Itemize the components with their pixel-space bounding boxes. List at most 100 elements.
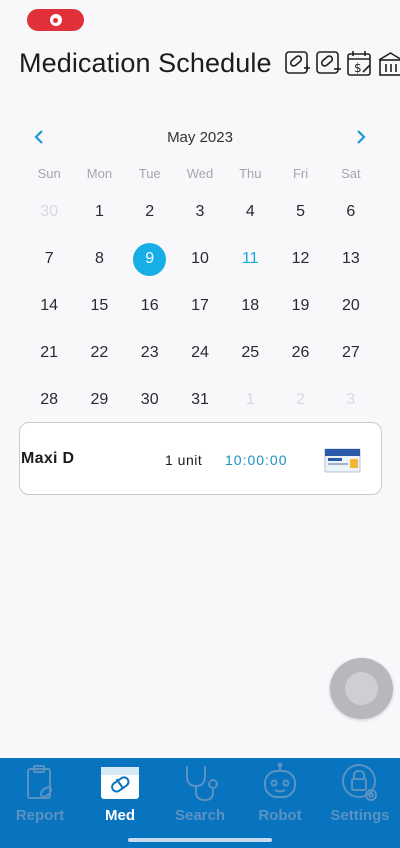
calendar-day[interactable]: 8 [74, 236, 124, 283]
calendar-day[interactable]: 2 [275, 376, 325, 423]
calendar-day-number: 3 [195, 203, 205, 221]
calendar-day-number: 24 [191, 343, 209, 361]
calendar-day[interactable]: 2 [125, 189, 175, 236]
calendar-day-number: 30 [40, 203, 59, 221]
calendar-day[interactable]: 28 [24, 376, 74, 423]
calendar-day[interactable]: 19 [275, 283, 325, 330]
calendar-day-number: 8 [94, 250, 104, 268]
calendar-day[interactable]: 20 [326, 283, 376, 330]
calendar-day[interactable]: 30 [24, 189, 74, 236]
calendar-day[interactable]: 3 [175, 189, 225, 236]
calendar-day-number: 17 [191, 296, 209, 314]
tab-label: Med [105, 807, 135, 824]
calendar-day-number: 11 [241, 250, 259, 268]
page-title: Medication Schedule [19, 48, 272, 78]
prev-month-button[interactable] [24, 122, 54, 152]
calendar-day-number: 15 [90, 296, 109, 314]
calendar-day[interactable]: 16 [125, 283, 175, 330]
calendar-day-number: 25 [241, 343, 260, 361]
calendar-day-number: 31 [191, 390, 209, 408]
medication-box-image [324, 448, 361, 473]
stethoscope-icon [186, 766, 218, 802]
assistive-touch-icon [345, 672, 378, 705]
remove-medication-icon[interactable] [315, 50, 342, 77]
svg-text:$: $ [354, 61, 362, 75]
calendar-day-number: 6 [346, 203, 356, 221]
calendar-day[interactable]: 22 [74, 329, 124, 376]
weekday-label: Sat [341, 166, 361, 181]
calendar-header: May 2023 [24, 122, 376, 152]
weekday-header: Sun Mon Tue Wed Thu Fri Sat [24, 166, 376, 181]
weekday-label: Mon [86, 166, 113, 181]
calendar-day[interactable]: 21 [24, 329, 74, 376]
report-clipboard-icon [27, 765, 53, 799]
calendar-day[interactable]: 24 [175, 329, 225, 376]
calendar-day-number: 30 [140, 390, 159, 408]
calendar-day[interactable]: 31 [175, 376, 225, 423]
calendar-day-number: 5 [296, 203, 306, 221]
medication-time: 10:00:00 [225, 452, 288, 468]
month-label: May 2023 [167, 128, 233, 146]
add-medication-icon[interactable] [284, 50, 311, 77]
medication-name: Maxi D [21, 450, 75, 467]
calendar-day-number: 27 [341, 343, 360, 361]
calendar-day[interactable]: 3 [326, 376, 376, 423]
weekday-label: Tue [138, 166, 161, 181]
calendar-day-number: 10 [191, 250, 209, 268]
calendar-day[interactable]: 10 [175, 236, 225, 283]
calendar-day[interactable]: 12 [275, 236, 325, 283]
calendar-day-number: 2 [296, 390, 306, 408]
bottom-nav: Report Med Search Robot Settings [0, 758, 400, 848]
calendar-day[interactable]: 17 [175, 283, 225, 330]
pharmacy-icon[interactable] [377, 50, 400, 77]
calendar-day[interactable]: 5 [275, 189, 325, 236]
calendar-day-today[interactable]: 11 [225, 236, 275, 283]
medication-card[interactable]: Maxi D 1 unit 10:00:00 [19, 422, 382, 495]
calendar-day[interactable]: 7 [24, 236, 74, 283]
calendar-day[interactable]: 30 [125, 376, 175, 423]
next-month-button[interactable] [346, 122, 376, 152]
calendar-days: 30 1 2 3 4 5 6 7 8 9 10 11 12 13 14 15 16 17 18 19 20 21 22 23 2… [24, 189, 376, 423]
calendar-day[interactable]: 27 [326, 329, 376, 376]
calendar-day-number: 16 [140, 296, 159, 314]
tab-label: Report [15, 807, 65, 824]
calendar-day-number: 29 [90, 390, 109, 408]
calendar-day[interactable]: 14 [24, 283, 74, 330]
recording-indicator[interactable] [27, 9, 84, 31]
header-toolbar: $ [284, 50, 400, 77]
calendar-day[interactable]: 18 [225, 283, 275, 330]
calendar-day[interactable]: 23 [125, 329, 175, 376]
calendar-day-number: 18 [241, 296, 260, 314]
calendar-day-number: 20 [341, 296, 360, 314]
calendar-day[interactable]: 29 [74, 376, 124, 423]
tab-search[interactable]: Search [160, 758, 240, 828]
calendar-day[interactable]: 4 [225, 189, 275, 236]
calendar-day-number: 13 [341, 250, 360, 268]
tab-report[interactable]: Report [0, 758, 80, 828]
tab-robot[interactable]: Robot [240, 758, 320, 828]
calendar-day[interactable]: 1 [74, 189, 124, 236]
calendar-day-number: 26 [291, 343, 310, 361]
calendar-day-selected[interactable]: 9 [125, 236, 175, 283]
calendar-day-number: 23 [140, 343, 159, 361]
calendar-day[interactable]: 25 [225, 329, 275, 376]
lock-settings-icon [342, 764, 377, 801]
record-icon [49, 14, 62, 26]
calendar-day[interactable]: 13 [326, 236, 376, 283]
tab-label: Search [174, 807, 226, 824]
weekday-label: Fri [292, 166, 309, 181]
calendar-day-number: 3 [346, 390, 356, 408]
calendar-day[interactable]: 1 [225, 376, 275, 423]
floating-assistive-button[interactable] [330, 658, 393, 719]
tab-med[interactable]: Med [80, 758, 160, 828]
tab-label: Settings [330, 807, 390, 824]
home-indicator [128, 838, 272, 842]
calendar-day[interactable]: 15 [74, 283, 124, 330]
billing-calendar-icon[interactable]: $ [346, 50, 373, 77]
calendar-day[interactable]: 26 [275, 329, 325, 376]
tab-settings[interactable]: Settings [320, 758, 400, 828]
calendar-day-number: 28 [40, 390, 59, 408]
calendar-day[interactable]: 6 [326, 189, 376, 236]
calendar-day-number: 7 [44, 250, 54, 268]
tab-label: Robot [258, 807, 302, 824]
